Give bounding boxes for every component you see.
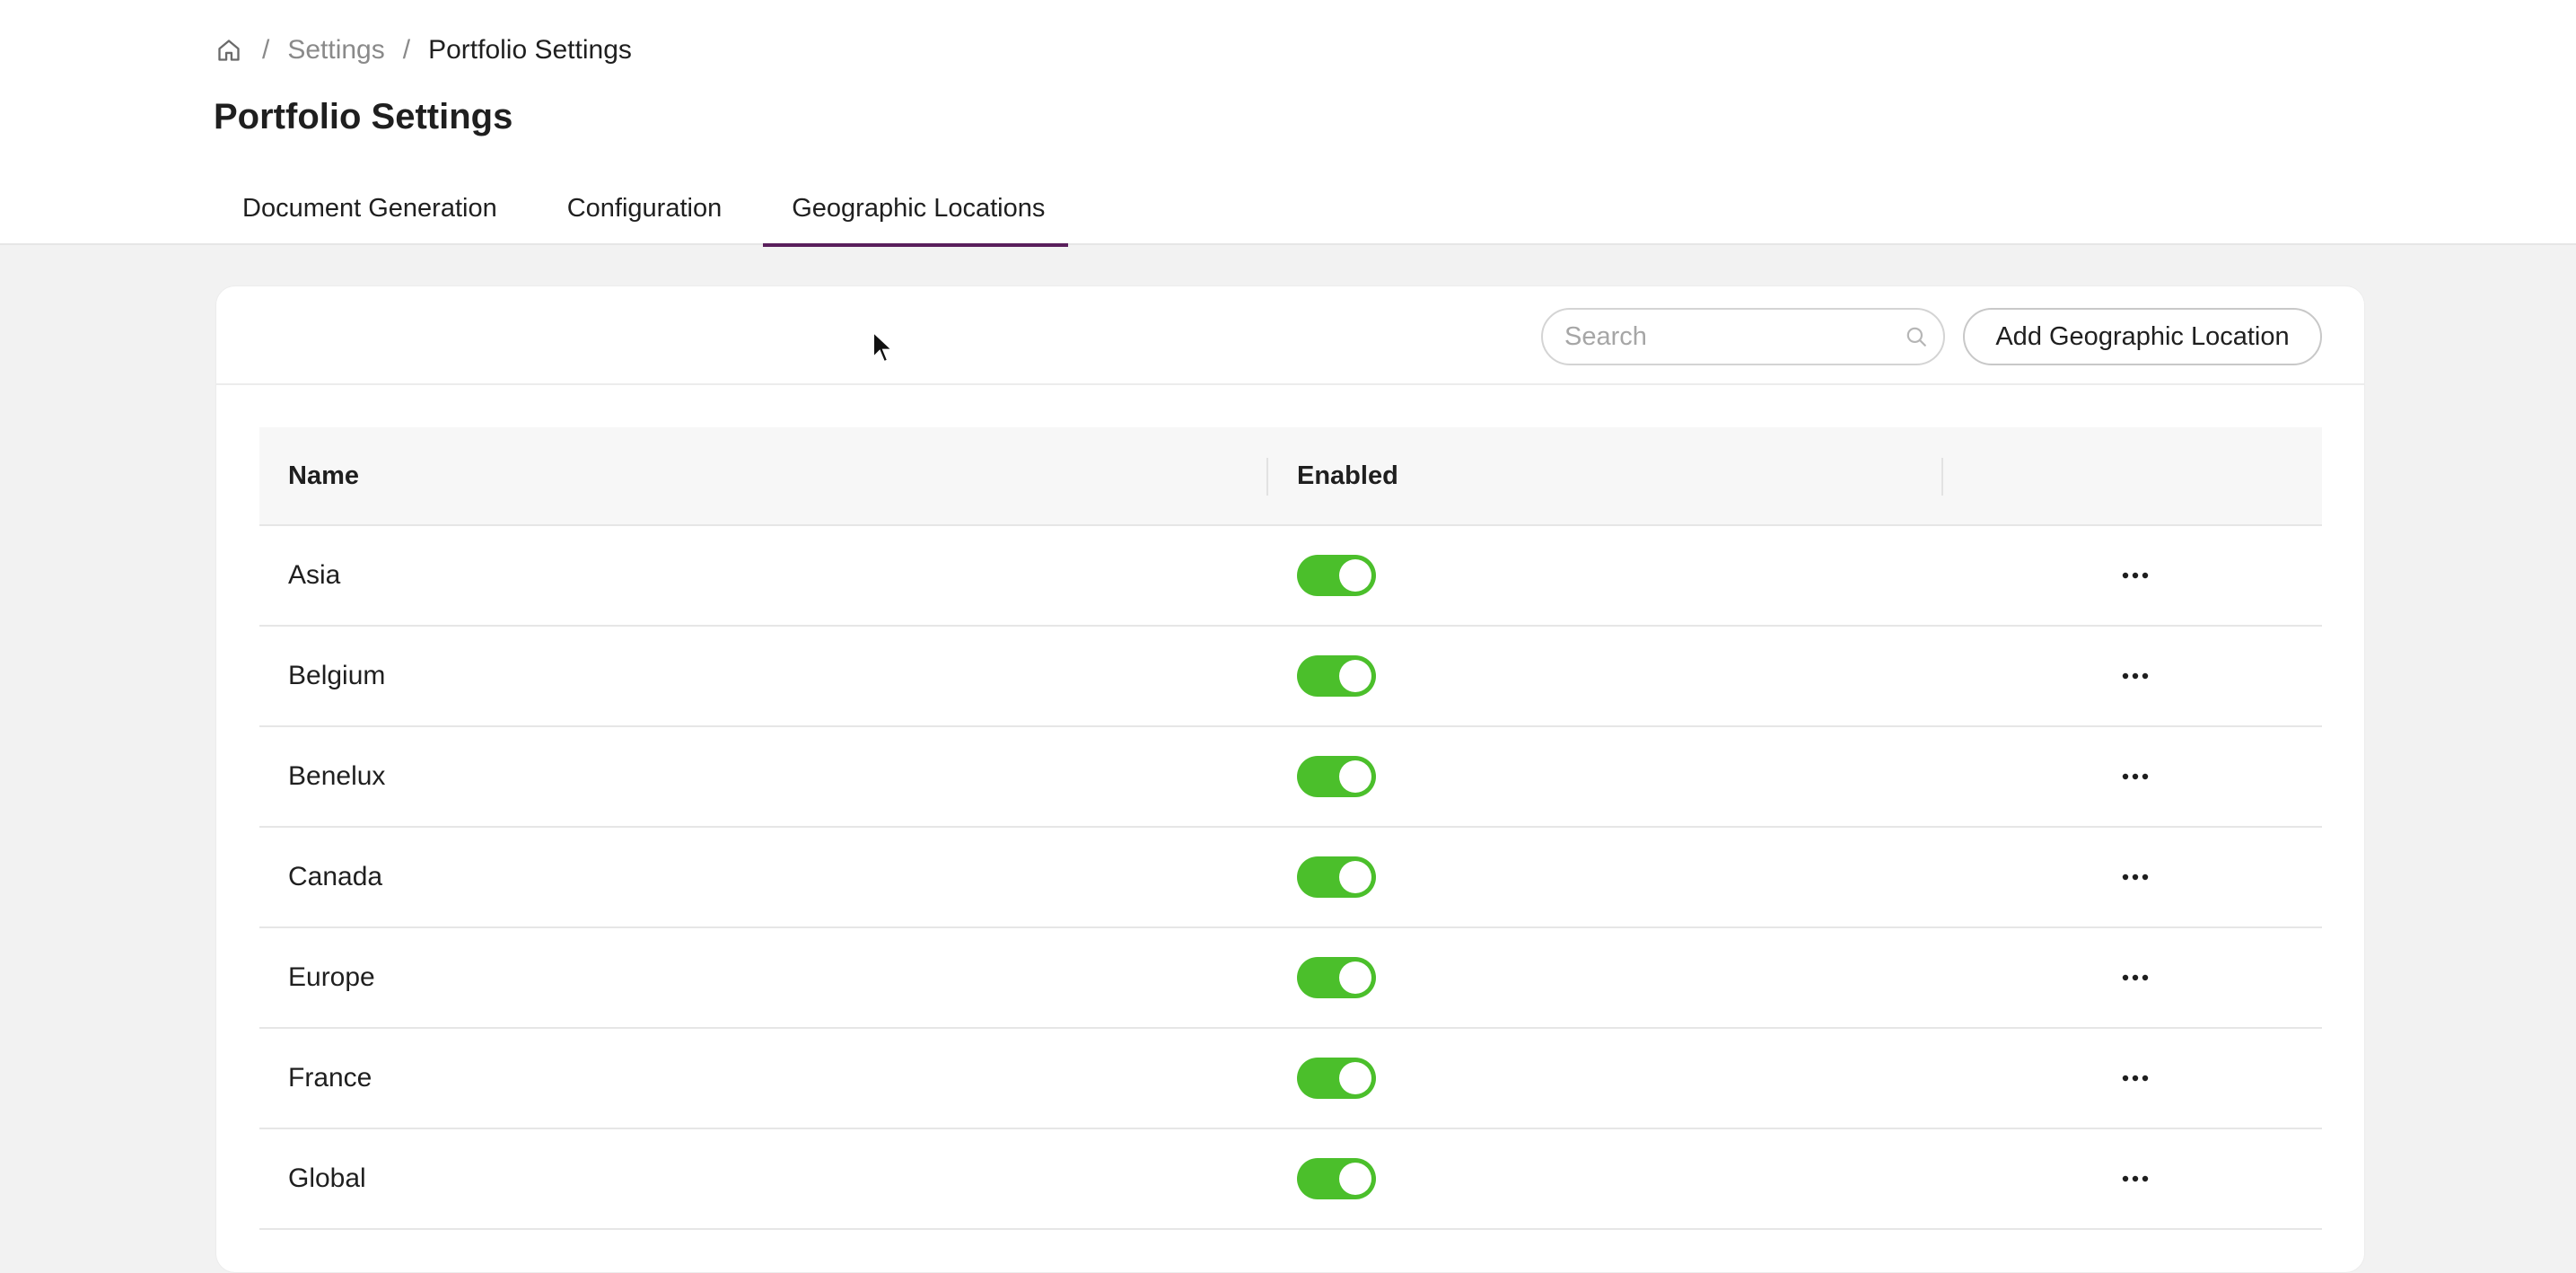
tab-geographic-locations[interactable]: Geographic Locations bbox=[763, 176, 1069, 247]
enabled-cell bbox=[1268, 1029, 1943, 1128]
breadcrumb-settings[interactable]: Settings bbox=[287, 35, 384, 66]
location-name: Canada bbox=[288, 862, 383, 891]
actions-cell bbox=[1943, 1129, 2322, 1228]
toggle-knob bbox=[1339, 1163, 1371, 1195]
enabled-cell bbox=[1268, 526, 1943, 625]
more-horizontal-icon[interactable] bbox=[2114, 1060, 2157, 1096]
location-name: France bbox=[288, 1063, 372, 1093]
enabled-toggle[interactable] bbox=[1297, 1158, 1376, 1199]
geographic-locations-card: Add Geographic Location Name Enabled Asi… bbox=[215, 285, 2365, 1273]
card-toolbar: Add Geographic Location bbox=[216, 286, 2364, 385]
actions-cell bbox=[1943, 727, 2322, 826]
table-row[interactable]: Benelux bbox=[259, 727, 2322, 828]
location-name: Belgium bbox=[288, 661, 386, 690]
toggle-knob bbox=[1339, 1062, 1371, 1094]
enabled-toggle[interactable] bbox=[1297, 555, 1376, 596]
enabled-cell bbox=[1268, 727, 1943, 826]
location-name: Benelux bbox=[288, 761, 386, 791]
more-horizontal-icon[interactable] bbox=[2114, 1161, 2157, 1197]
table-row[interactable]: Canada bbox=[259, 828, 2322, 928]
mouse-cursor-icon bbox=[872, 330, 895, 364]
table-row[interactable]: Asia bbox=[259, 526, 2322, 627]
column-header-enabled[interactable]: Enabled bbox=[1268, 427, 1943, 524]
actions-cell bbox=[1943, 627, 2322, 725]
breadcrumb-current: Portfolio Settings bbox=[428, 35, 632, 65]
enabled-toggle[interactable] bbox=[1297, 655, 1376, 697]
enabled-toggle[interactable] bbox=[1297, 756, 1376, 797]
breadcrumb-separator: / bbox=[402, 35, 411, 65]
tab-bar: Document Generation Configuration Geogra… bbox=[214, 176, 1069, 247]
toggle-knob bbox=[1339, 660, 1371, 692]
enabled-toggle[interactable] bbox=[1297, 957, 1376, 998]
toggle-knob bbox=[1339, 861, 1371, 893]
actions-cell bbox=[1943, 928, 2322, 1027]
column-header-name[interactable]: Name bbox=[259, 427, 1268, 524]
tab-configuration[interactable]: Configuration bbox=[539, 176, 746, 245]
toggle-knob bbox=[1339, 559, 1371, 592]
search-icon[interactable] bbox=[1905, 323, 1928, 350]
breadcrumb: / Settings / Portfolio Settings bbox=[214, 32, 632, 68]
tab-document-generation[interactable]: Document Generation bbox=[214, 176, 521, 245]
enabled-cell bbox=[1268, 1129, 1943, 1228]
more-horizontal-icon[interactable] bbox=[2114, 859, 2157, 895]
enabled-cell bbox=[1268, 928, 1943, 1027]
actions-cell bbox=[1943, 828, 2322, 926]
table-row[interactable]: Belgium bbox=[259, 627, 2322, 727]
location-name: Asia bbox=[288, 560, 341, 590]
more-horizontal-icon[interactable] bbox=[2114, 960, 2157, 996]
table-row[interactable]: France bbox=[259, 1029, 2322, 1129]
search-input[interactable] bbox=[1563, 320, 1905, 353]
table-header: Name Enabled bbox=[259, 427, 2322, 526]
toggle-knob bbox=[1339, 760, 1371, 793]
table-body: Asia Belgium Benelux Canada Europe France Glob… bbox=[259, 526, 2322, 1230]
add-geographic-location-button[interactable]: Add Geographic Location bbox=[1963, 308, 2322, 365]
enabled-toggle[interactable] bbox=[1297, 856, 1376, 898]
enabled-toggle[interactable] bbox=[1297, 1058, 1376, 1099]
enabled-cell bbox=[1268, 627, 1943, 725]
table-row[interactable]: Global bbox=[259, 1129, 2322, 1230]
breadcrumb-separator: / bbox=[262, 35, 270, 65]
geographic-locations-table: Name Enabled Asia Belgium Benelux Canada Eur… bbox=[259, 427, 2322, 1230]
home-icon[interactable] bbox=[214, 35, 244, 66]
enabled-cell bbox=[1268, 828, 1943, 926]
search-box bbox=[1541, 308, 1945, 365]
more-horizontal-icon[interactable] bbox=[2114, 658, 2157, 694]
actions-cell bbox=[1943, 1029, 2322, 1128]
location-name: Global bbox=[288, 1163, 366, 1193]
column-header-actions bbox=[1943, 427, 2322, 524]
more-horizontal-icon[interactable] bbox=[2114, 759, 2157, 795]
location-name: Europe bbox=[288, 962, 375, 992]
more-horizontal-icon[interactable] bbox=[2114, 557, 2157, 593]
toggle-knob bbox=[1339, 961, 1371, 994]
table-row[interactable]: Europe bbox=[259, 928, 2322, 1029]
page-title: Portfolio Settings bbox=[214, 97, 513, 136]
page-header: / Settings / Portfolio Settings Portfoli… bbox=[0, 0, 2576, 247]
actions-cell bbox=[1943, 526, 2322, 625]
